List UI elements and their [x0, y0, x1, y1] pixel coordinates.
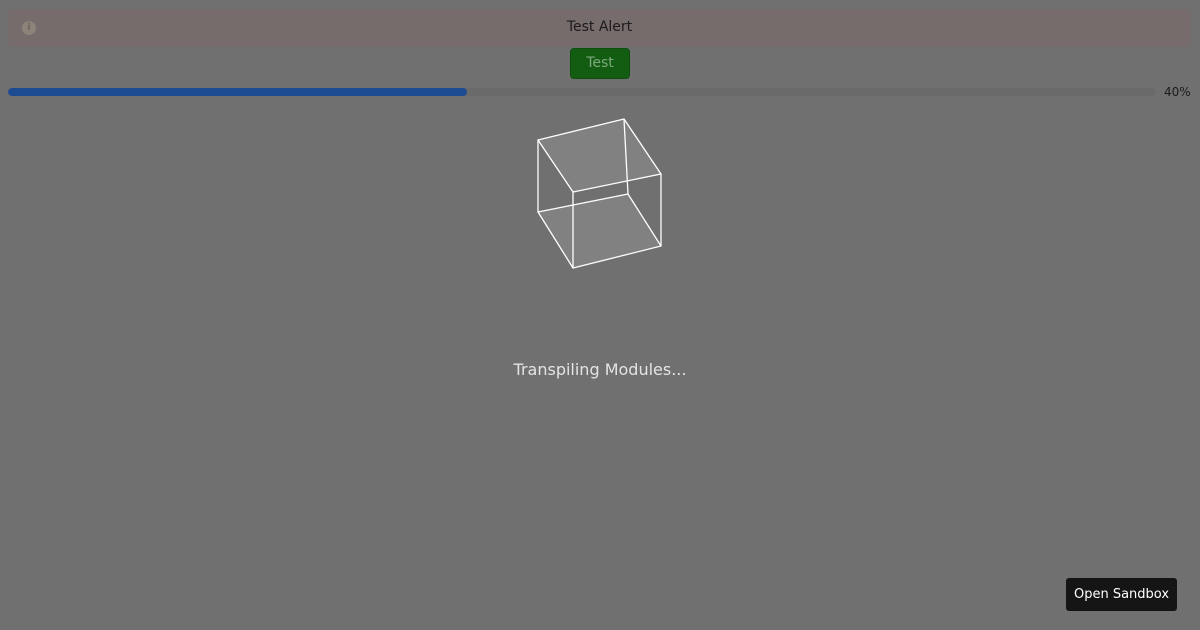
- cube-face-front: [537, 193, 662, 269]
- progress-label: 40%: [1164, 85, 1191, 99]
- progress-bar: [8, 88, 1156, 96]
- cube-face-back: [537, 118, 662, 193]
- progress-fill: [8, 88, 468, 96]
- alert-banner: i Test Alert: [8, 9, 1191, 47]
- alert-title: Test Alert: [566, 19, 633, 35]
- test-button[interactable]: Test: [570, 48, 630, 79]
- loading-status: Transpiling Modules...: [513, 360, 687, 379]
- open-sandbox-button[interactable]: Open Sandbox: [1066, 578, 1177, 611]
- cube-icon: [537, 118, 662, 269]
